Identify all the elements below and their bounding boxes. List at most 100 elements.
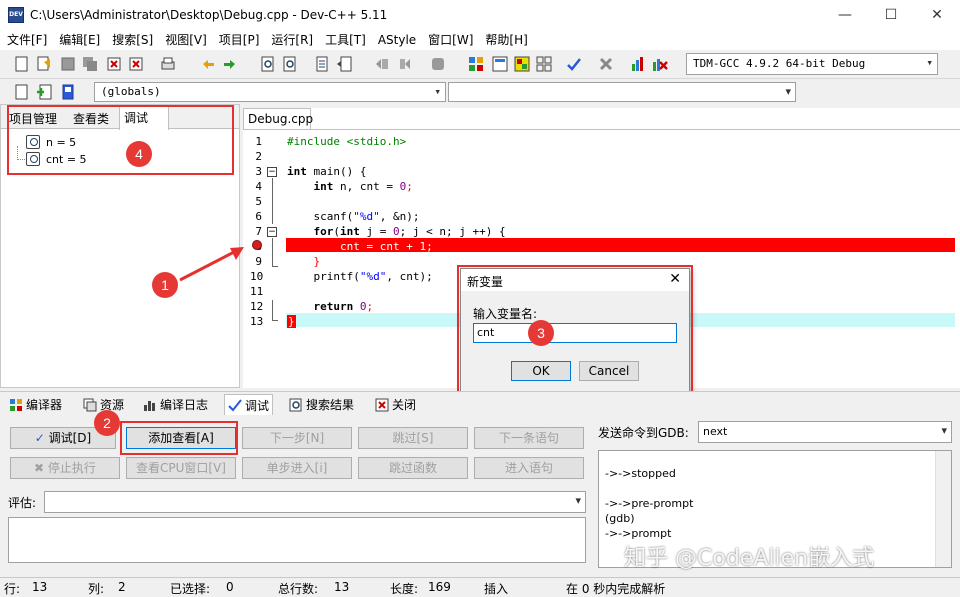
close-all-icon[interactable] (126, 54, 146, 74)
cpu-window-button[interactable]: 查看CPU窗口[V] (126, 457, 236, 479)
status-insert-mode: 插入 (484, 582, 509, 596)
tab-label: 编译器 (26, 398, 63, 412)
line-number: 3 (255, 165, 262, 178)
annotation-badge-2: 2 (94, 410, 120, 436)
maximize-button[interactable]: ☐ (868, 0, 914, 30)
code-token: for (287, 225, 334, 238)
menu-view[interactable]: 视图[V] (160, 30, 212, 50)
minimize-button[interactable]: — (822, 0, 868, 30)
code-line-12: return 0; (287, 300, 373, 313)
menu-search[interactable]: 搜索[S] (107, 30, 158, 50)
compile-icon[interactable] (466, 54, 486, 74)
redo-icon[interactable] (220, 54, 240, 74)
menu-project[interactable]: 项目[P] (214, 30, 265, 50)
line-number: 1 (255, 135, 262, 148)
next-statement-button[interactable]: 下一条语句 (474, 427, 584, 449)
menu-window[interactable]: 窗口[W] (423, 30, 478, 50)
code-token: int (287, 180, 334, 193)
skip-function-button[interactable]: 跳过函数 (358, 457, 468, 479)
add-watch-button[interactable]: 添加查看[A] (126, 427, 236, 449)
chevron-down-icon: ▾ (785, 85, 791, 98)
into-statement-button[interactable]: 进入语句 (474, 457, 584, 479)
next-step-button[interactable]: 下一步[N] (242, 427, 352, 449)
tab-debug[interactable]: 调试 (119, 106, 169, 130)
menu-bar: 文件[F] 编辑[E] 搜索[S] 视图[V] 项目[P] 运行[R] 工具[T… (0, 30, 960, 50)
evaluate-label: 评估: (8, 496, 37, 510)
evaluate-input[interactable]: ▾ (44, 491, 586, 513)
tab-search-results[interactable]: 搜索结果 (286, 394, 357, 415)
menu-astyle[interactable]: AStyle (373, 30, 421, 50)
status-total: 13 (334, 580, 350, 594)
menu-edit[interactable]: 编辑[E] (54, 30, 105, 50)
annotation-arrow (179, 247, 244, 282)
gdb-command-input[interactable]: next ▾ (698, 421, 952, 443)
tab-class-browser[interactable]: 查看类 (69, 108, 113, 129)
stop-execution-icon[interactable] (596, 54, 616, 74)
syntax-check-icon[interactable] (564, 54, 584, 74)
project-options-icon[interactable] (58, 82, 78, 102)
code-line-9: } (287, 255, 321, 268)
close-button[interactable]: ✕ (914, 0, 960, 30)
members-select[interactable]: ▾ (448, 82, 796, 102)
add-to-project-icon[interactable] (34, 82, 54, 102)
toggle-comment-icon[interactable] (428, 54, 448, 74)
watch-item[interactable]: cnt = 5 (26, 152, 87, 166)
watch-item[interactable]: n = 5 (26, 135, 76, 149)
code-line-4: int n, cnt = 0; (287, 180, 412, 193)
step-into-button[interactable]: 单步进入[i] (242, 457, 352, 479)
tab-close[interactable]: 关闭 (372, 394, 419, 415)
tab-compile-log[interactable]: 编译日志 (140, 394, 211, 415)
window-title: C:\Users\Administrator\Desktop\Debug.cpp… (30, 8, 388, 22)
goto-line-icon[interactable] (312, 54, 332, 74)
close-file-icon[interactable] (104, 54, 124, 74)
variable-name-input[interactable]: cnt (473, 323, 677, 343)
tab-project-manager[interactable]: 项目管理 (5, 108, 61, 129)
new-project-icon[interactable] (12, 82, 32, 102)
save-all-icon[interactable] (80, 54, 100, 74)
line-number: 4 (255, 180, 262, 193)
menu-run[interactable]: 运行[R] (266, 30, 318, 50)
close-panel-icon (375, 398, 389, 412)
editor-tab-debug-cpp[interactable]: Debug.cpp (243, 108, 313, 130)
indent-left-icon[interactable] (372, 54, 392, 74)
line-number: 12 (250, 300, 264, 313)
fold-toggle-icon[interactable]: − (267, 167, 277, 177)
rebuild-all-icon[interactable] (534, 54, 554, 74)
breakpoint-icon[interactable] (252, 240, 262, 250)
undo-icon[interactable] (198, 54, 218, 74)
tab-debug-bottom[interactable]: 调试 (224, 394, 274, 415)
code-token: , cnt); (386, 270, 433, 283)
tab-compiler[interactable]: 编译器 (6, 394, 65, 415)
cancel-button[interactable]: Cancel (579, 361, 639, 381)
compiler-select[interactable]: TDM-GCC 4.9.2 64-bit Debug ▾ (686, 53, 938, 75)
find-icon[interactable] (258, 54, 278, 74)
skip-button[interactable]: 跳过[S] (358, 427, 468, 449)
indent-right-icon[interactable] (396, 54, 416, 74)
menu-help[interactable]: 帮助[H] (480, 30, 532, 50)
gdb-output-line: ->->pre-prompt (605, 497, 694, 510)
menu-file[interactable]: 文件[F] (2, 30, 52, 50)
goto-bookmark-icon[interactable] (334, 54, 354, 74)
ok-button[interactable]: OK (511, 361, 571, 381)
menu-tools[interactable]: 工具[T] (320, 30, 371, 50)
print-icon[interactable] (158, 54, 178, 74)
tab-label: 编译日志 (160, 398, 209, 412)
line-number: 9 (255, 255, 262, 268)
line-number: 7 (255, 225, 262, 238)
editor-tab-divider (243, 129, 960, 130)
gdb-scrollbar[interactable] (935, 451, 951, 567)
run-icon[interactable] (490, 54, 510, 74)
delete-profile-icon[interactable] (650, 54, 670, 74)
compile-run-icon[interactable] (512, 54, 532, 74)
stop-execution-button[interactable]: ✖ 停止执行 (10, 457, 120, 479)
close-icon[interactable]: ✕ (669, 271, 681, 287)
replace-icon[interactable] (280, 54, 300, 74)
profile-icon[interactable] (628, 54, 648, 74)
code-token: , &n); (379, 210, 420, 223)
new-variable-dialog: 新变量 ✕ 输入变量名: cnt OK Cancel (460, 268, 690, 392)
save-icon[interactable] (58, 54, 78, 74)
scope-select[interactable]: (globals) ▾ (94, 82, 446, 102)
code-line-3: int main() { (287, 165, 366, 178)
new-file-icon[interactable] (12, 54, 32, 74)
open-file-icon[interactable] (34, 54, 54, 74)
